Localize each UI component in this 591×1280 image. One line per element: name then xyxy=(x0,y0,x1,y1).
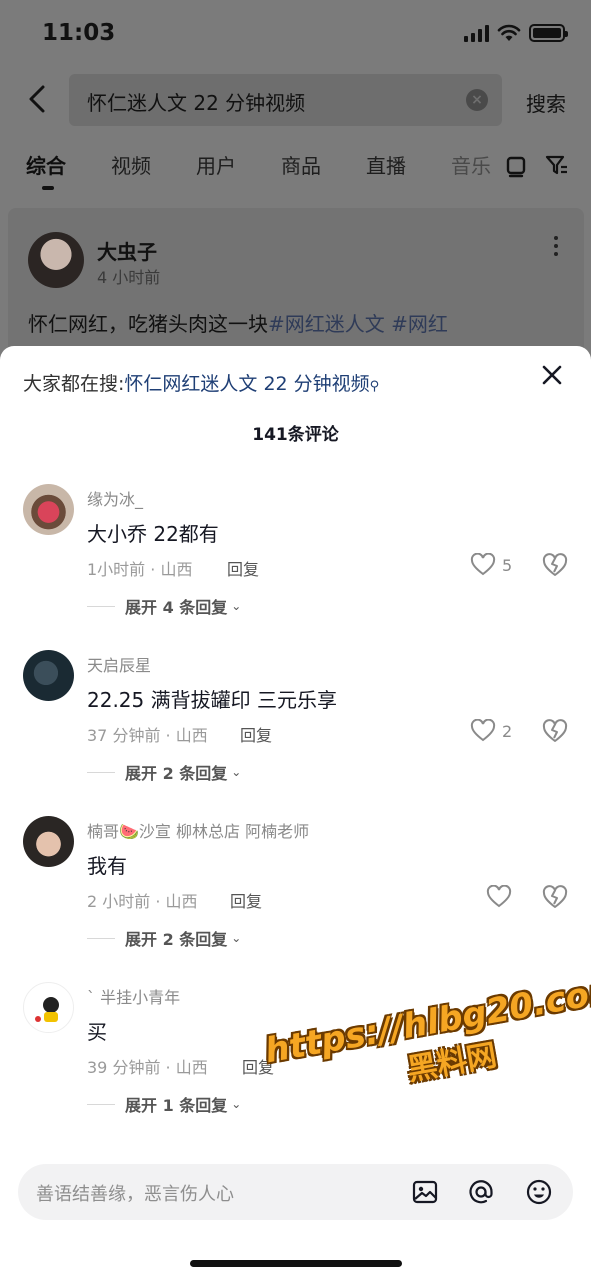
chevron-down-icon: ⌄ xyxy=(231,599,242,613)
search-row: 怀仁迷人文 22 分钟视频 × 搜索 xyxy=(0,72,591,128)
search-tabs: 综合 视频 用户 商品 直播 音乐 xyxy=(0,140,591,196)
chevron-down-icon: ⌄ xyxy=(231,931,242,945)
comments-sheet: 大家都在搜:怀仁网红迷人文 22 分钟视频⚲ 141条评论 缘为冰_ 大小乔 2… xyxy=(0,346,591,1280)
filter-icon[interactable] xyxy=(544,152,570,178)
status-bar: 11:03 xyxy=(0,0,591,70)
search-query: 怀仁迷人文 22 分钟视频 xyxy=(87,91,306,115)
expand-replies[interactable]: 展开 4 条回复 ⌄ xyxy=(87,594,241,618)
expand-replies-label: 展开 2 条回复 xyxy=(125,930,228,949)
more-options-icon[interactable] xyxy=(554,236,560,258)
image-icon[interactable] xyxy=(411,1178,439,1206)
trending-search[interactable]: 大家都在搜:怀仁网红迷人文 22 分钟视频⚲ xyxy=(23,369,379,396)
trending-query[interactable]: 怀仁网红迷人文 22 分钟视频 xyxy=(124,373,369,395)
like-count: 2 xyxy=(502,721,513,741)
post-time: 4 小时前 xyxy=(97,268,161,287)
like-count: 5 xyxy=(502,555,513,575)
comment-meta: 39 分钟前 · 山西 xyxy=(87,1058,208,1077)
post-caption: 怀仁网红，吃猪头肉这一块#网红迷人文 #网红 xyxy=(28,308,448,337)
tab-videos[interactable]: 视频 xyxy=(111,150,151,179)
expand-replies[interactable]: 展开 2 条回复 ⌄ xyxy=(87,926,241,950)
mention-icon[interactable] xyxy=(467,1178,495,1206)
comment-count: 141条评论 xyxy=(252,425,339,445)
dislike-heart-icon[interactable] xyxy=(541,551,569,579)
layout-toggle-icon[interactable] xyxy=(503,152,529,178)
comment-meta: 37 分钟前 · 山西 xyxy=(87,726,208,745)
post-hashtags[interactable]: #网红迷人文 #网红 xyxy=(268,312,448,336)
expand-replies-label: 展开 1 条回复 xyxy=(125,1096,228,1115)
clear-search-icon[interactable]: × xyxy=(466,89,488,111)
heart-icon xyxy=(470,719,496,742)
commenter-name[interactable]: ` 半挂小青年 xyxy=(87,984,180,1008)
home-indicator xyxy=(190,1260,402,1267)
comment-item: 天启辰星 22.25 满背拔罐印 三元乐享 37 分钟前 · 山西 回复 2 展… xyxy=(0,650,591,816)
commenter-avatar[interactable] xyxy=(23,650,74,701)
expand-replies-label: 展开 2 条回复 xyxy=(125,764,228,783)
post-author-avatar[interactable] xyxy=(28,232,84,288)
comment-text: 大小乔 22都有 xyxy=(87,522,219,546)
comment-meta: 2 小时前 · 山西 xyxy=(87,892,198,911)
trending-prefix: 大家都在搜: xyxy=(23,373,125,395)
comment-item: 缘为冰_ 大小乔 22都有 1小时前 · 山西 回复 5 展开 4 条回复 ⌄ xyxy=(0,484,591,650)
signal-icon xyxy=(464,24,489,42)
status-icons xyxy=(464,24,568,42)
reply-button[interactable]: 回复 xyxy=(240,722,272,746)
like-button[interactable]: 5 xyxy=(470,551,512,579)
commenter-avatar[interactable] xyxy=(23,816,74,867)
chevron-down-icon: ⌄ xyxy=(231,1097,242,1111)
heart-icon xyxy=(486,885,512,908)
commenter-avatar[interactable] xyxy=(23,484,74,535)
comment-meta: 1小时前 · 山西 xyxy=(87,560,193,579)
reply-button[interactable]: 回复 xyxy=(227,556,259,580)
commenter-name[interactable]: 楠哥🍉沙宣 柳林总店 阿楠老师 xyxy=(87,818,309,842)
post-author-name[interactable]: 大虫子 xyxy=(97,236,157,265)
expand-replies[interactable]: 展开 2 条回复 ⌄ xyxy=(87,760,241,784)
comment-input-bar: 善语结善缘，恶言伤人心 xyxy=(0,1150,591,1280)
search-input[interactable]: 怀仁迷人文 22 分钟视频 × xyxy=(69,74,502,126)
back-arrow-icon[interactable] xyxy=(24,84,52,114)
search-button[interactable]: 搜索 xyxy=(526,88,566,117)
commenter-name[interactable]: 天启辰星 xyxy=(87,652,151,676)
like-button[interactable]: 2 xyxy=(470,717,512,745)
status-time: 11:03 xyxy=(42,20,116,46)
comment-text: 买 xyxy=(87,1020,107,1044)
expand-replies[interactable]: 展开 1 条回复 ⌄ xyxy=(87,1092,241,1116)
battery-icon xyxy=(529,24,568,42)
comment-text: 22.25 满背拔罐印 三元乐享 xyxy=(87,688,337,712)
close-icon[interactable] xyxy=(539,362,565,388)
commenter-name[interactable]: 缘为冰_ xyxy=(87,486,143,510)
avatar-cartoon-icon xyxy=(35,997,59,1022)
comment-text: 我有 xyxy=(87,854,127,878)
background-page: 11:03 怀仁迷人文 22 分钟视频 × 搜索 综合 视频 用户 商品 直播 … xyxy=(0,0,591,368)
chevron-down-icon: ⌄ xyxy=(231,765,242,779)
search-icon: ⚲ xyxy=(369,379,380,394)
heart-icon xyxy=(470,553,496,576)
tab-products[interactable]: 商品 xyxy=(281,150,321,179)
active-tab-indicator xyxy=(42,186,54,190)
commenter-avatar[interactable] xyxy=(23,982,74,1033)
post-card[interactable]: 大虫子 4 小时前 怀仁网红，吃猪头肉这一块#网红迷人文 #网红 xyxy=(8,208,584,368)
tab-music[interactable]: 音乐 xyxy=(451,150,491,179)
dislike-heart-icon[interactable] xyxy=(541,883,569,911)
tab-users[interactable]: 用户 xyxy=(196,150,236,179)
emoji-icon[interactable] xyxy=(525,1178,553,1206)
like-button[interactable] xyxy=(486,883,518,911)
post-caption-text: 怀仁网红，吃猪头肉这一块 xyxy=(28,312,268,336)
tab-live[interactable]: 直播 xyxy=(366,150,406,179)
expand-replies-label: 展开 4 条回复 xyxy=(125,598,228,617)
wifi-icon xyxy=(497,24,521,41)
comment-input[interactable]: 善语结善缘，恶言伤人心 xyxy=(18,1164,573,1220)
comment-item: 楠哥🍉沙宣 柳林总店 阿楠老师 我有 2 小时前 · 山西 回复 展开 2 条回… xyxy=(0,816,591,982)
comment-input-placeholder: 善语结善缘，恶言伤人心 xyxy=(36,1184,234,1205)
tab-all[interactable]: 综合 xyxy=(26,150,66,179)
reply-button[interactable]: 回复 xyxy=(230,888,262,912)
dislike-heart-icon[interactable] xyxy=(541,717,569,745)
